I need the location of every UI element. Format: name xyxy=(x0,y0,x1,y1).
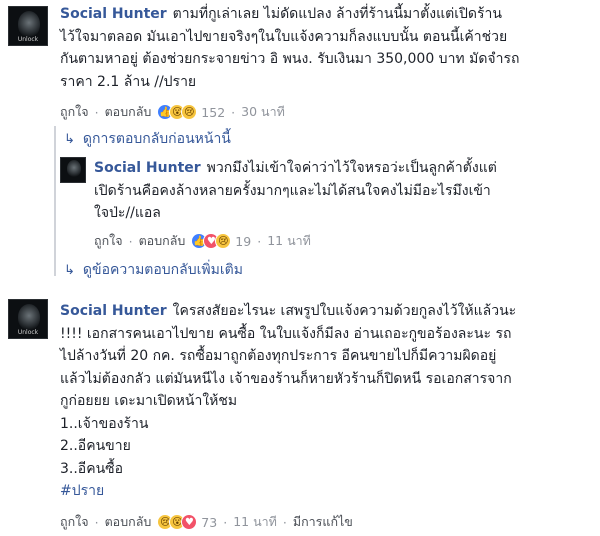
list-item: 2..อีคนขาย xyxy=(60,438,131,454)
comment-line: แล้วไม่ต้องกลัว แต่มันหนีไง เจ้าของร้านก… xyxy=(60,370,512,387)
comment-author[interactable]: Social Hunter xyxy=(60,303,167,319)
reply-line: เปิดร้านคือคงล้างหลายครั้งมากๆและไม่ได้ส… xyxy=(94,182,491,199)
comment-line: ไปล้างวันที่ 20 กค. รถซื้อมาถูกต้องทุกปร… xyxy=(60,348,497,364)
avatar[interactable]: Unlock xyxy=(8,6,48,46)
comment-line: !!!! เอกสารคนเอาไปขาย คนซื้อ ในใบแจ้งก็ม… xyxy=(60,325,512,342)
comment-line: ตามที่กูเล่าเลย ไม่ดัดแปลง ล้างที่ร้านนี… xyxy=(172,6,502,22)
reactions[interactable]: 😢 😮 ♥ xyxy=(157,514,198,530)
avatar-tag: Unlock xyxy=(17,36,39,43)
avatar[interactable] xyxy=(60,157,86,183)
comment-line: ราคา 2.1 ล้าน //ปราย xyxy=(60,73,197,90)
reactions[interactable]: 👍 😮 😢 xyxy=(157,104,198,120)
comment-body: Social Hunter ตามที่กูเล่าเลย ไม่ดัดแปลง … xyxy=(60,3,595,93)
reaction-count[interactable]: 19 xyxy=(235,234,251,249)
avatar[interactable]: Unlock xyxy=(8,299,48,339)
link-label: ดูข้อความตอบกลับเพิ่มเติม xyxy=(82,262,243,278)
comment-actions: ถูกใจ · ตอบกลับ 👍 😮 😢 152 · 30 นาที xyxy=(60,102,285,122)
reply-arrow-icon: ↳ xyxy=(64,131,75,147)
reactions[interactable]: 👍 ♥ 😢 xyxy=(191,233,232,249)
reply-line: ใจป่ะ//แอล xyxy=(94,205,161,221)
reply-arrow-icon: ↳ xyxy=(64,262,75,278)
sad-icon: 😢 xyxy=(215,233,232,249)
view-more-replies-link[interactable]: ↳ ดูข้อความตอบกลับเพิ่มเติม xyxy=(64,259,243,281)
like-button[interactable]: ถูกใจ xyxy=(60,102,89,122)
comment-time[interactable]: 30 นาที xyxy=(241,102,285,122)
reply-time[interactable]: 11 นาที xyxy=(267,231,311,251)
comment-body: Social Hunter ใครสงสัยอะไรนะ เสพรูปใบแจ้ง… xyxy=(60,300,595,503)
like-button[interactable]: ถูกใจ xyxy=(60,512,89,532)
comment-actions: ถูกใจ · ตอบกลับ 😢 😮 ♥ 73 · 11 นาที · มีก… xyxy=(60,512,353,532)
thread-line xyxy=(54,126,56,276)
comment-line: กูก่อยยย เดะมาเปิดหน้าให้ชม xyxy=(60,393,238,409)
reply-button[interactable]: ตอบกลับ xyxy=(139,231,186,251)
reply-body: Social Hunter พวกมึงไม่เข้าใจค่าว่าไว้ใจห… xyxy=(94,157,594,225)
reply-author[interactable]: Social Hunter xyxy=(94,160,201,176)
hashtag-link[interactable]: #ปราย xyxy=(60,480,595,503)
reply-line: พวกมึงไม่เข้าใจค่าว่าไว้ใจหรอว่ะเป็นลูกค… xyxy=(206,160,497,176)
comment-author[interactable]: Social Hunter xyxy=(60,6,167,22)
love-icon: ♥ xyxy=(181,514,198,530)
list-item: 3..อีคนซื้อ xyxy=(60,460,124,477)
reaction-count[interactable]: 73 xyxy=(201,515,217,530)
view-previous-replies-link[interactable]: ↳ ดูการตอบกลับก่อนหน้านี้ xyxy=(64,128,231,150)
sad-icon: 😢 xyxy=(181,104,198,120)
like-button[interactable]: ถูกใจ xyxy=(94,231,123,251)
reaction-count[interactable]: 152 xyxy=(201,105,225,120)
comment-line: ใครสงสัยอะไรนะ เสพรูปใบแจ้งความด้วยกูลงไ… xyxy=(172,303,517,319)
list-item: 1..เจ้าของร้าน xyxy=(60,415,149,432)
reply-button[interactable]: ตอบกลับ xyxy=(105,102,152,122)
link-label: ดูการตอบกลับก่อนหน้านี้ xyxy=(82,131,231,147)
comment-line: กันตามหาอยู่ ต้องช่วยกระจายข่าว อิ พนง. … xyxy=(60,51,520,67)
reply-actions: ถูกใจ · ตอบกลับ 👍 ♥ 😢 19 · 11 นาที xyxy=(94,231,311,251)
edited-label[interactable]: มีการแก้ไข xyxy=(293,512,353,532)
comment-time[interactable]: 11 นาที xyxy=(233,512,277,532)
comment-line: ไว้ใจมาตลอด มันเอาไปขายจริงๆในใบแจ้งความ… xyxy=(60,28,508,45)
avatar-tag: Unlock xyxy=(17,329,39,336)
reply-button[interactable]: ตอบกลับ xyxy=(105,512,152,532)
